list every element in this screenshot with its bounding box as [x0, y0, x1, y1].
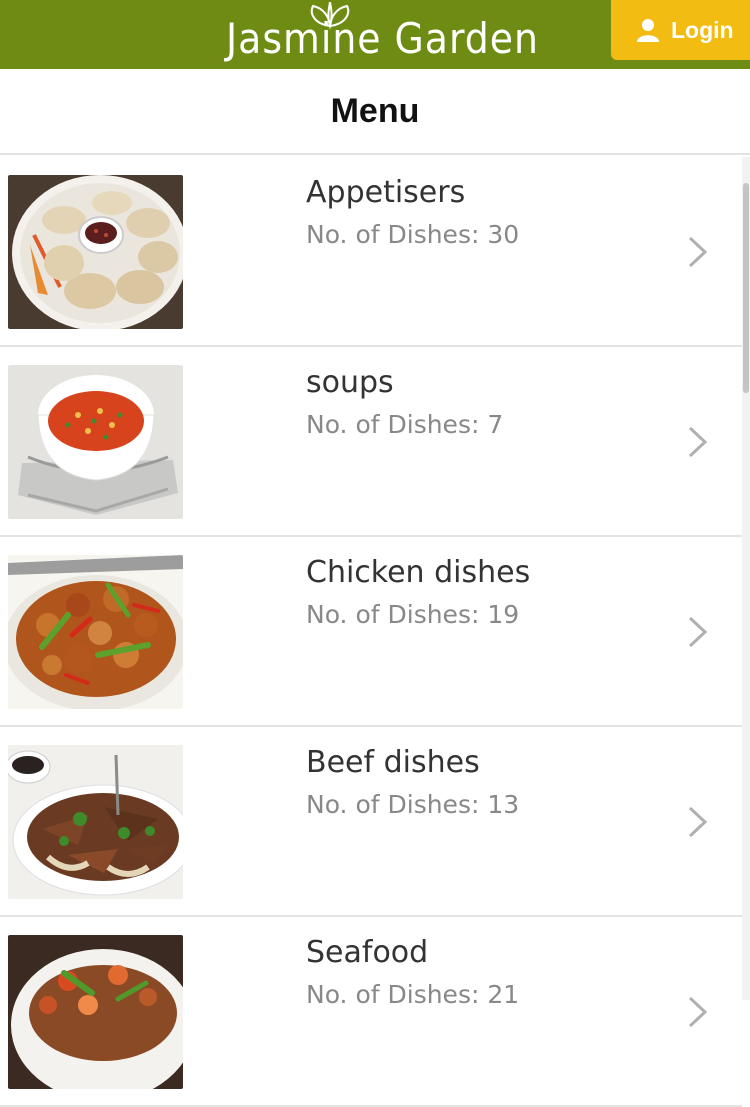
- dumplings-photo: [8, 175, 183, 329]
- brand-name: Jasmine Garden: [226, 14, 539, 63]
- scrollbar[interactable]: [742, 157, 750, 1000]
- category-item-chicken-dishes[interactable]: Chicken dishes No. of Dishes: 19: [0, 537, 742, 727]
- category-item-appetisers[interactable]: Appetisers No. of Dishes: 30: [0, 157, 742, 347]
- seafood-photo: [8, 935, 183, 1089]
- chevron-right-icon: [688, 236, 708, 268]
- category-item-seafood[interactable]: Seafood No. of Dishes: 21: [0, 917, 742, 1107]
- category-name: Seafood: [306, 935, 429, 970]
- dish-count: No. of Dishes: 7: [306, 410, 504, 439]
- scrollbar-thumb[interactable]: [743, 183, 749, 393]
- category-name: Chicken dishes: [306, 555, 531, 590]
- chevron-right-icon: [688, 426, 708, 458]
- login-label: Login: [671, 16, 734, 43]
- dish-count: No. of Dishes: 13: [306, 790, 520, 819]
- beef-photo: [8, 745, 183, 899]
- login-button[interactable]: Login: [611, 0, 750, 60]
- chevron-right-icon: [688, 616, 708, 648]
- category-item-soups[interactable]: soups No. of Dishes: 7: [0, 347, 742, 537]
- chicken-photo: [8, 555, 183, 709]
- menu-header: Menu: [0, 69, 750, 155]
- page-title: Menu: [330, 91, 420, 130]
- dish-count: No. of Dishes: 19: [306, 600, 520, 629]
- category-item-beef-dishes[interactable]: Beef dishes No. of Dishes: 13: [0, 727, 742, 917]
- category-name: Beef dishes: [306, 745, 480, 780]
- category-list: Appetisers No. of Dishes: 30 soups No. o…: [0, 157, 742, 1107]
- person-icon: [637, 19, 659, 42]
- chevron-right-icon: [688, 806, 708, 838]
- chevron-right-icon: [688, 996, 708, 1028]
- soup-photo: [8, 365, 183, 519]
- top-bar: Jasmine Garden Login: [0, 0, 750, 69]
- dish-count: No. of Dishes: 30: [306, 220, 520, 249]
- category-name: Appetisers: [306, 175, 466, 210]
- category-name: soups: [306, 365, 394, 400]
- brand-logo[interactable]: Jasmine Garden: [215, 2, 550, 64]
- dish-count: No. of Dishes: 21: [306, 980, 520, 1009]
